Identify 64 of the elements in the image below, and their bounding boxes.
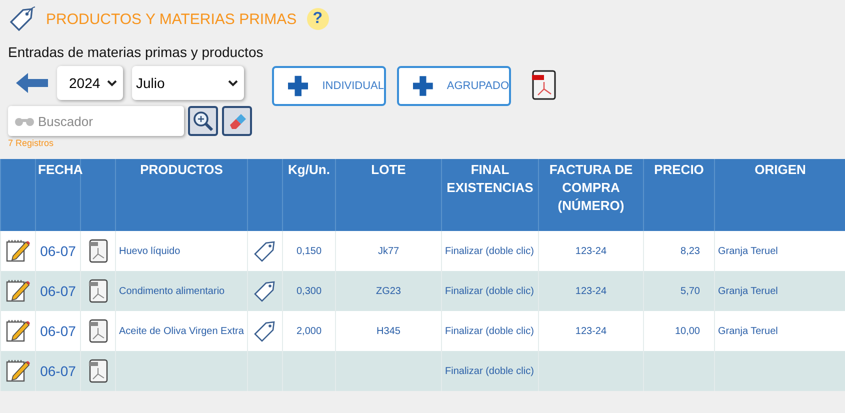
tag-icon[interactable] xyxy=(253,319,277,343)
product-cell: Condimento alimentario xyxy=(116,271,248,311)
finalize-link[interactable]: Finalizar (doble clic) xyxy=(442,351,538,391)
document-icon[interactable] xyxy=(88,239,108,263)
finalize-link[interactable]: Finalizar (doble clic) xyxy=(442,311,538,351)
section-subtitle: Entradas de materias primas y productos xyxy=(8,44,264,60)
plus-icon xyxy=(413,74,433,98)
document-icon[interactable] xyxy=(88,359,108,383)
finalize-link[interactable]: Finalizar (doble clic) xyxy=(442,271,538,311)
lot-cell: ZG23 xyxy=(336,271,442,311)
date-cell: 06-07 xyxy=(36,271,80,311)
column-header: Kg/Un. xyxy=(282,159,336,231)
lot-cell: Jk77 xyxy=(336,231,442,271)
product-cell: Aceite de Oliva Virgen Extra xyxy=(116,311,248,351)
price-cell: 5,70 xyxy=(644,271,714,311)
pdf-icon[interactable] xyxy=(531,70,557,100)
origin-cell: Granja Teruel xyxy=(714,231,845,271)
plus-icon xyxy=(288,74,308,98)
column-header: LOTE xyxy=(336,159,442,231)
eraser-button[interactable] xyxy=(222,106,252,136)
weight-cell: 2,000 xyxy=(282,311,336,351)
invoice-cell: 123-24 xyxy=(538,311,644,351)
month-select[interactable]: Julio xyxy=(132,66,244,100)
edit-note-icon[interactable] xyxy=(6,279,30,303)
edit-note-icon[interactable] xyxy=(6,319,30,343)
tag-icon[interactable] xyxy=(253,279,277,303)
date-cell: 06-07 xyxy=(36,351,80,391)
document-icon[interactable] xyxy=(88,319,108,343)
search-field[interactable]: Buscador xyxy=(8,106,184,136)
back-arrow-icon[interactable] xyxy=(16,73,48,93)
date-cell: 06-07 xyxy=(36,231,80,271)
invoice-cell: 123-24 xyxy=(538,231,644,271)
edit-note-icon[interactable] xyxy=(6,359,30,383)
chevron-down-icon xyxy=(228,79,238,87)
column-header: FECHA xyxy=(36,159,80,231)
tag-icon xyxy=(8,5,36,33)
zoom-search-button[interactable] xyxy=(188,106,218,136)
year-select[interactable]: 2024 xyxy=(57,66,123,100)
document-icon[interactable] xyxy=(88,279,108,303)
date-cell: 06-07 xyxy=(36,311,80,351)
help-button[interactable]: ? xyxy=(306,8,329,30)
origin-cell: Granja Teruel xyxy=(714,311,845,351)
add-button[interactable]: AGRUPADO xyxy=(397,66,511,106)
column-header: ORIGEN xyxy=(714,159,845,231)
price-cell: 8,23 xyxy=(644,231,714,271)
column-header: FINAL EXISTENCIAS xyxy=(442,159,538,231)
weight-cell: 0,300 xyxy=(282,271,336,311)
column-header: PRECIO xyxy=(644,159,714,231)
page-title: PRODUCTOS Y MATERIAS PRIMAS xyxy=(46,10,297,28)
product-cell: Huevo líquido xyxy=(116,231,248,271)
invoice-cell: 123-24 xyxy=(538,271,644,311)
chevron-down-icon xyxy=(107,79,117,87)
column-header: FACTURA DE COMPRA (NÚMERO) xyxy=(538,159,644,231)
price-cell: 10,00 xyxy=(644,311,714,351)
tag-icon[interactable] xyxy=(253,239,277,263)
origin-cell: Granja Teruel xyxy=(714,271,845,311)
weight-cell: 0,150 xyxy=(282,231,336,271)
edit-note-icon[interactable] xyxy=(6,239,30,263)
finalize-link[interactable]: Finalizar (doble clic) xyxy=(442,231,538,271)
record-count: 7 Registros xyxy=(8,138,55,148)
lot-cell: H345 xyxy=(336,311,442,351)
add-button[interactable]: INDIVIDUAL xyxy=(272,66,386,106)
column-header: PRODUCTOS xyxy=(116,159,248,231)
binoculars-icon xyxy=(14,115,36,127)
